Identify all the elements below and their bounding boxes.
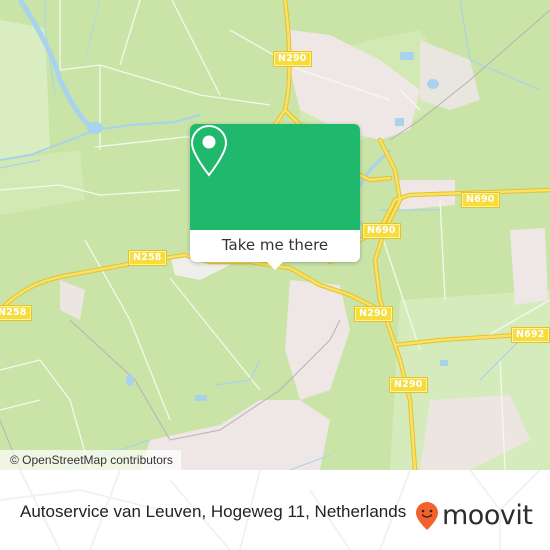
moovit-logo[interactable]: moovit — [415, 500, 533, 532]
road-label-n258: N258 — [0, 306, 31, 320]
map-view[interactable]: N290 N690 N690 N258 N258 N290 N692 N290 … — [0, 0, 550, 470]
moovit-pin-logo-icon — [416, 502, 438, 530]
road-label-n690: N690 — [363, 224, 400, 238]
moovit-wordmark: moovit — [442, 500, 533, 531]
location-pin-icon — [190, 124, 228, 177]
road-label-n258: N258 — [129, 251, 166, 265]
map-attribution[interactable]: © OpenStreetMap contributors — [0, 450, 181, 470]
road-label-n290: N290 — [390, 378, 427, 392]
location-popup: Take me there — [190, 124, 360, 270]
road-label-n690: N690 — [462, 193, 499, 207]
place-address: Autoservice van Leuven, Hogeweg 11, Neth… — [20, 502, 407, 521]
footer: Autoservice van Leuven, Hogeweg 11, Neth… — [0, 470, 550, 550]
road-label-n290: N290 — [274, 52, 311, 66]
road-label-n290: N290 — [355, 307, 392, 321]
popup-pointer — [267, 262, 283, 270]
take-me-there-button[interactable]: Take me there — [190, 230, 360, 262]
road-label-n692: N692 — [512, 328, 549, 342]
popup-header — [190, 124, 360, 230]
